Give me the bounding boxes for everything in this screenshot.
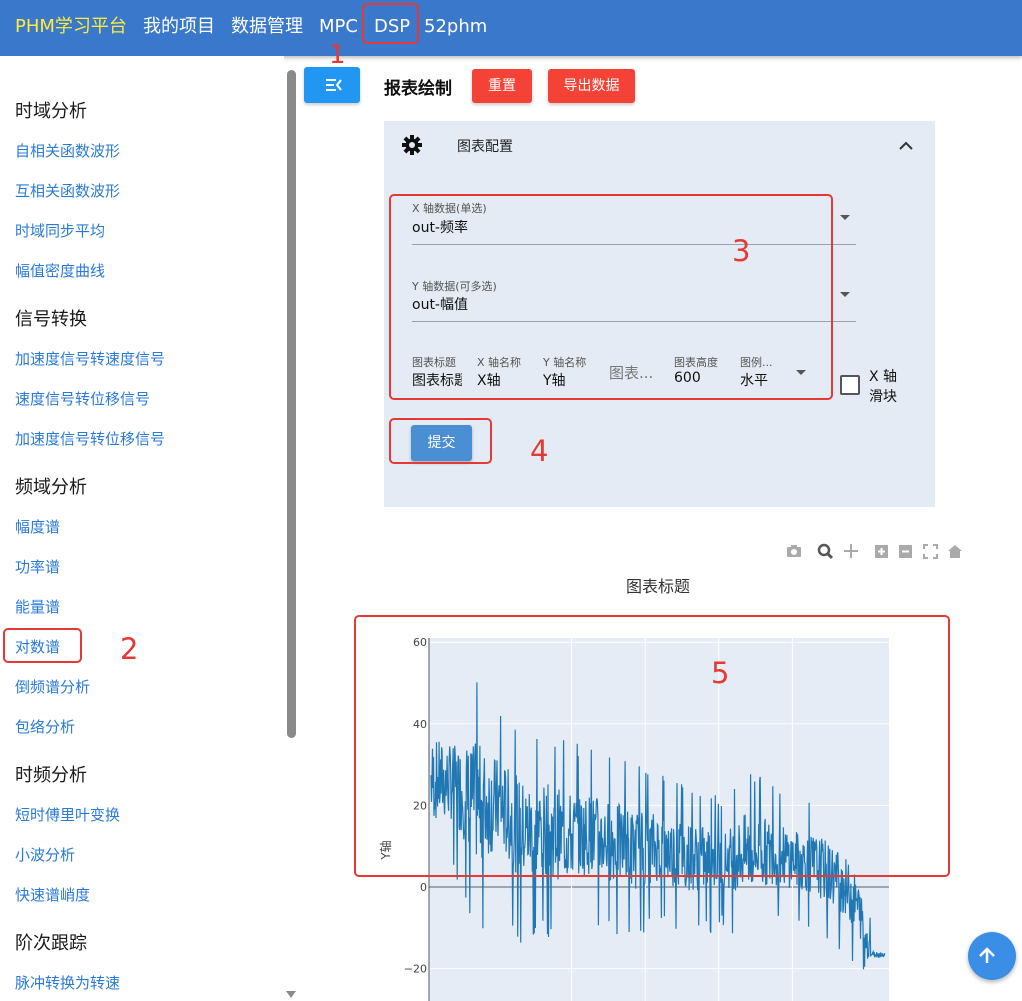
chevron-up-icon[interactable]	[898, 139, 914, 151]
chart-title: 图表标题	[626, 577, 691, 596]
sidebar-item-envelope[interactable]: 包络分析	[15, 716, 75, 737]
nav-my-projects[interactable]: 我的项目	[143, 0, 215, 56]
chart-modebar	[787, 543, 962, 560]
x-slider-label-line1: X 轴	[869, 369, 898, 385]
annotation-number-3: 3	[732, 234, 751, 268]
arrow-up-icon	[979, 947, 995, 963]
autoscale-icon[interactable]	[923, 544, 938, 559]
menu-collapse-icon	[326, 79, 342, 91]
top-navbar: PHM学习平台 我的项目 数据管理 MPC DSP 52phm	[0, 0, 1022, 56]
annotation-number-4: 4	[530, 434, 549, 468]
x-data-dropdown-icon[interactable]	[840, 215, 850, 220]
sidebar-item-vel-to-disp[interactable]: 速度信号转位移信号	[15, 388, 150, 409]
annotation-box-5	[354, 615, 950, 877]
export-data-button[interactable]: 导出数据	[548, 69, 635, 103]
sidebar-item-acc-to-vel[interactable]: 加速度信号转速度信号	[15, 348, 165, 369]
x-slider-label-line2: 滑块	[869, 389, 897, 405]
x-slider-checkbox[interactable]	[840, 375, 860, 395]
sidebar-item-crosscorrelation[interactable]: 互相关函数波形	[15, 180, 120, 201]
y-tick-label: 0	[420, 881, 427, 894]
sidebar-item-kurtogram[interactable]: 快速谱峭度	[15, 884, 90, 905]
y-tick-label: −20	[404, 963, 427, 976]
annotation-box-2	[3, 628, 82, 663]
camera-icon[interactable]	[787, 545, 801, 557]
sidebar-section-time-freq: 时频分析	[15, 765, 87, 786]
sidebar-item-cepstrum[interactable]: 倒频谱分析	[15, 676, 90, 697]
sidebar-item-amplitude-spectrum[interactable]: 幅度谱	[15, 516, 60, 537]
reset-axes-icon[interactable]	[948, 545, 962, 558]
toggle-sidebar-button[interactable]	[304, 67, 360, 103]
annotation-number-2: 2	[120, 632, 139, 666]
annotation-box-3	[389, 194, 833, 400]
sidebar-item-power-spectrum[interactable]: 功率谱	[15, 556, 60, 577]
config-panel-title: 图表配置	[457, 139, 513, 155]
sidebar-item-autocorrelation[interactable]: 自相关函数波形	[15, 140, 120, 161]
annotation-number-1: 1	[329, 40, 346, 70]
sidebar-section-freq-domain: 频域分析	[15, 477, 87, 498]
sidebar-section-time-domain: 时域分析	[15, 101, 87, 122]
sidebar-item-pulse-to-speed[interactable]: 脉冲转换为转速	[15, 972, 120, 993]
sidebar-item-wavelet[interactable]: 小波分析	[15, 844, 75, 865]
pan-icon[interactable]	[844, 544, 858, 558]
gear-icon	[402, 135, 422, 155]
scroll-to-top-button[interactable]	[968, 932, 1016, 980]
reset-button[interactable]: 重置	[472, 69, 532, 103]
nav-brand[interactable]: PHM学习平台	[15, 0, 127, 56]
sidebar-section-order-tracking: 阶次跟踪	[15, 933, 87, 954]
y-data-dropdown-icon[interactable]	[840, 292, 850, 297]
annotation-box-1	[362, 3, 419, 44]
zoom-icon[interactable]	[817, 543, 834, 560]
sidebar: 时域分析 自相关函数波形 互相关函数波形 时域同步平均 幅值密度曲线 信号转换 …	[0, 56, 284, 1001]
zoom-out-icon[interactable]	[899, 545, 912, 558]
nav-data-management[interactable]: 数据管理	[231, 0, 303, 56]
sidebar-item-amplitude-density[interactable]: 幅值密度曲线	[15, 260, 105, 281]
nav-52phm[interactable]: 52phm	[424, 0, 487, 56]
sidebar-item-sync-average[interactable]: 时域同步平均	[15, 220, 105, 241]
sidebar-item-stft[interactable]: 短时傅里叶变换	[15, 804, 120, 825]
page-title: 报表绘制	[384, 79, 452, 99]
zoom-in-icon[interactable]	[875, 545, 888, 558]
sidebar-item-acc-to-disp[interactable]: 加速度信号转位移信号	[15, 428, 165, 449]
sidebar-scrollbar[interactable]	[287, 70, 296, 738]
annotation-number-5: 5	[711, 656, 730, 690]
sidebar-section-signal-conversion: 信号转换	[15, 309, 87, 330]
annotation-box-4	[389, 418, 492, 464]
scroll-down-arrow-icon[interactable]	[286, 991, 296, 998]
sidebar-item-energy-spectrum[interactable]: 能量谱	[15, 596, 60, 617]
